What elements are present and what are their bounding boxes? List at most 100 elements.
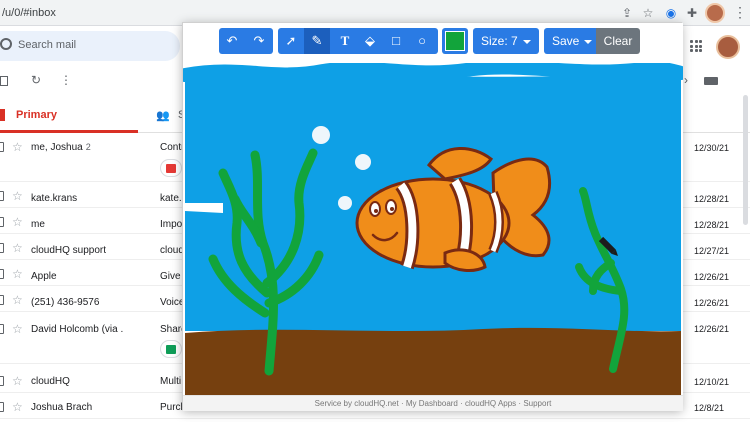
redo-icon[interactable]: ↷ — [246, 28, 272, 54]
sand-floor — [185, 327, 681, 395]
inbox-icon — [0, 109, 5, 121]
account-avatar[interactable] — [716, 35, 740, 59]
fish-pupil — [390, 207, 394, 211]
email-sender: Apple — [31, 271, 57, 282]
fish-pupil — [374, 209, 378, 213]
email-sender: David Holcomb (via . — [31, 324, 124, 335]
social-people-icon[interactable]: 👥 — [156, 109, 170, 122]
email-date: 12/28/21 — [694, 220, 730, 230]
bubble — [312, 126, 330, 144]
row-checkbox[interactable] — [0, 324, 4, 334]
fish-body — [355, 177, 511, 269]
email-subject: Multi — [160, 376, 182, 387]
drawing-artwork — [183, 63, 683, 395]
email-date: 12/27/21 — [694, 246, 730, 256]
bookmark-star-icon[interactable]: ☆ — [640, 5, 656, 21]
browser-menu-icon[interactable]: ⋮ — [733, 4, 747, 21]
profile-avatar[interactable] — [705, 3, 725, 23]
circle-icon[interactable]: ○ — [409, 28, 435, 54]
email-subject: Impo — [160, 219, 183, 230]
star-icon[interactable]: ☆ — [12, 294, 23, 306]
row-checkbox[interactable] — [0, 269, 4, 279]
tab-primary[interactable]: Primary — [0, 97, 138, 133]
thread-count: 2 — [85, 142, 91, 152]
bubble — [338, 196, 352, 210]
drawing-popup: ↶ ↷ ➚ ✎ T ⬙ □ ○ Size: 7 Save Clear Servi… — [182, 22, 683, 411]
inbox-scrollbar[interactable] — [743, 95, 748, 225]
popup-footer: Service by cloudHQ.net · My Dashboard · … — [183, 395, 683, 411]
search-bar[interactable]: Search mail — [0, 31, 180, 61]
row-checkbox[interactable] — [0, 376, 4, 386]
more-options-icon[interactable]: ⋮ — [60, 73, 72, 87]
star-icon[interactable]: ☆ — [12, 401, 23, 413]
email-subject: Contr — [160, 142, 185, 153]
footer-link-dashboard[interactable]: My Dashboard — [406, 399, 458, 408]
undo-icon[interactable]: ↶ — [219, 28, 245, 54]
fill-bucket-icon[interactable]: ⬙ — [357, 28, 383, 54]
pencil-icon[interactable]: ✎ — [304, 28, 330, 54]
email-sender: (251) 436-9576 — [31, 297, 100, 308]
pdf-icon — [166, 164, 176, 173]
chevron-down-icon — [522, 39, 531, 44]
size-label: Size: — [481, 34, 508, 48]
star-icon[interactable]: ☆ — [12, 268, 23, 280]
star-icon[interactable]: ☆ — [12, 141, 23, 153]
star-icon[interactable]: ☆ — [12, 216, 23, 228]
fish-eye — [369, 201, 381, 217]
google-apps-icon[interactable] — [690, 40, 702, 52]
email-date: 12/10/21 — [694, 377, 730, 387]
fish-eye — [385, 199, 397, 215]
email-subject: cloud — [160, 245, 184, 256]
selected-color-swatch — [445, 31, 465, 51]
next-page-icon[interactable]: › — [684, 73, 688, 87]
select-all-checkbox[interactable] — [0, 76, 8, 86]
star-icon[interactable]: ☆ — [12, 323, 23, 335]
email-subject: Voice — [160, 297, 185, 308]
footer-link-apps[interactable]: cloudHQ Apps — [465, 399, 516, 408]
email-sender: cloudHQ — [31, 376, 70, 387]
sheets-icon — [166, 345, 176, 354]
email-date: 12/26/21 — [694, 272, 730, 282]
footer-prefix: Service by — [314, 399, 353, 408]
save-button[interactable]: Save — [544, 28, 596, 54]
star-icon[interactable]: ☆ — [12, 190, 23, 202]
row-checkbox[interactable] — [0, 243, 4, 253]
extensions-puzzle-icon[interactable]: ✚ — [684, 5, 700, 21]
email-sender: cloudHQ support — [31, 245, 107, 256]
tab-primary-label: Primary — [16, 109, 57, 121]
address-bar[interactable]: /u/0/#inbox — [0, 3, 690, 23]
row-checkbox[interactable] — [0, 295, 4, 305]
drawing-toolbar: ↶ ↷ ➚ ✎ T ⬙ □ ○ Size: 7 Save Clear — [183, 23, 683, 63]
email-date: 12/30/21 — [694, 143, 730, 153]
sheets-attachment-chip[interactable] — [160, 340, 182, 358]
email-date: 12/26/21 — [694, 324, 730, 334]
pdf-attachment-chip[interactable] — [160, 159, 182, 177]
extension-icon[interactable]: ◉ — [663, 5, 679, 21]
star-icon[interactable]: ☆ — [12, 375, 23, 387]
drawing-canvas[interactable] — [183, 63, 683, 395]
row-checkbox[interactable] — [0, 402, 4, 412]
search-icon[interactable] — [0, 38, 12, 50]
keyboard-icon[interactable] — [704, 77, 718, 85]
email-sender: Joshua Brach — [31, 402, 93, 413]
share-icon[interactable]: ⇪ — [619, 5, 635, 21]
color-picker-button[interactable] — [442, 28, 468, 54]
clear-button[interactable]: Clear — [596, 28, 640, 54]
row-checkbox[interactable] — [0, 142, 4, 152]
email-sender: me, Joshua 2 — [31, 142, 91, 153]
email-sender: kate.krans — [31, 193, 78, 204]
refresh-icon[interactable]: ↻ — [31, 73, 41, 87]
size-dropdown[interactable]: Size: 7 — [473, 28, 539, 54]
footer-link-support[interactable]: Support — [523, 399, 551, 408]
tool-button-group: ➚ ✎ T ⬙ □ ○ — [278, 28, 438, 54]
rectangle-icon[interactable]: □ — [383, 28, 409, 54]
bubble — [355, 154, 371, 170]
star-icon[interactable]: ☆ — [12, 242, 23, 254]
row-checkbox[interactable] — [0, 217, 4, 227]
row-checkbox[interactable] — [0, 191, 4, 201]
footer-link-service[interactable]: cloudHQ.net — [354, 399, 398, 408]
search-input[interactable]: Search mail — [18, 39, 76, 51]
select-arrow-icon[interactable]: ➚ — [278, 28, 304, 54]
text-tool-icon[interactable]: T — [332, 28, 358, 54]
history-button-group: ↶ ↷ — [219, 28, 273, 54]
